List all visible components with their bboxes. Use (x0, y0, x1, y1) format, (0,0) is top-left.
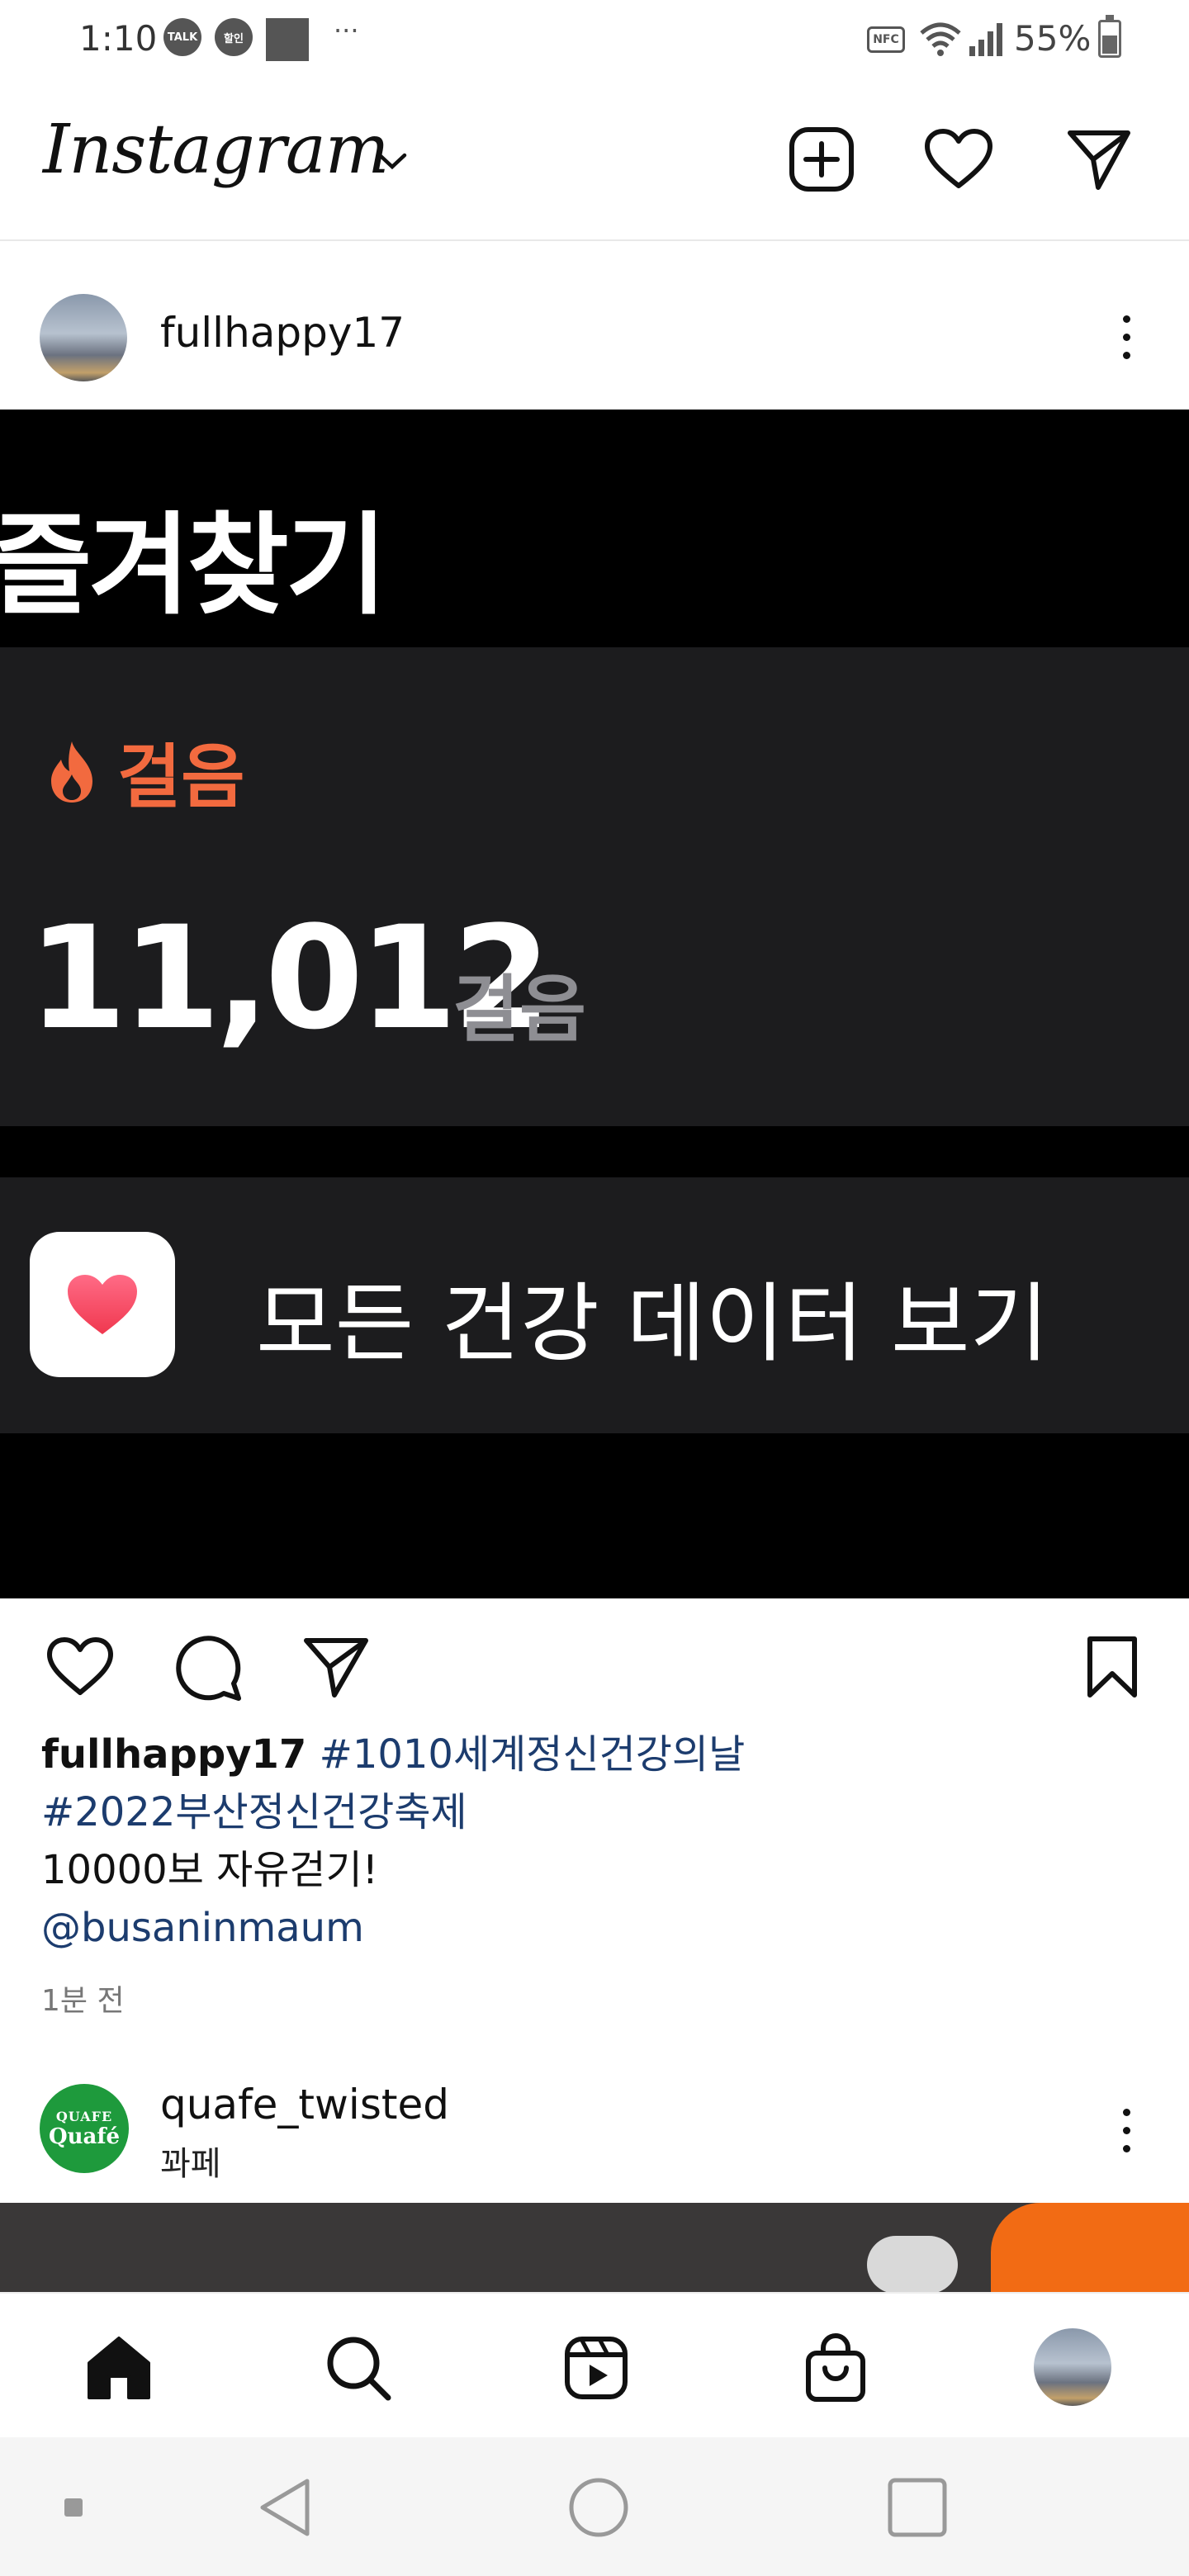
shop-icon[interactable] (794, 2327, 877, 2409)
save-icon[interactable] (1075, 1630, 1149, 1704)
status-time: 1:10 (79, 18, 158, 59)
steps-card: 걸음 11,012 걸음 (0, 647, 1189, 1126)
next-post-subtitle[interactable]: 꽈페 (160, 2137, 221, 2185)
post-timestamp: 1분 전 (41, 1984, 125, 2018)
post-header: fullhappy17 (0, 256, 1189, 410)
hashtag-link[interactable]: #2022부산정신건강축제 (41, 1789, 467, 1835)
profile-avatar[interactable] (1034, 2328, 1111, 2406)
mention-link[interactable]: @busaninmaum (41, 1905, 364, 1951)
steps-unit: 걸음 (452, 967, 586, 1052)
wifi-icon (920, 22, 961, 56)
kakaotalk-notification-icon: TALK (163, 18, 201, 56)
battery-percent: 55% (1014, 18, 1092, 59)
back-icon[interactable] (248, 2470, 322, 2545)
search-icon[interactable] (317, 2327, 400, 2409)
overview-icon[interactable] (880, 2470, 955, 2545)
health-data-card: 모든 건강 데이터 보기 (0, 1177, 1189, 1433)
notification-square-icon (266, 18, 309, 61)
chevron-down-icon[interactable] (377, 152, 408, 172)
quafe-avatar[interactable]: QUAFE Quafé (40, 2084, 129, 2173)
caption-username[interactable]: fullhappy17 (41, 1731, 306, 1778)
battery-icon (1098, 15, 1121, 58)
steps-label: 걸음 (117, 736, 245, 817)
system-navigation-bar (0, 2437, 1189, 2576)
next-post-header: QUAFE Quafé quafe_twisted 꽈페 (0, 2056, 1189, 2201)
reels-icon[interactable] (555, 2327, 637, 2409)
signal-icon (969, 23, 1002, 56)
direct-message-icon[interactable] (1062, 122, 1136, 197)
bottom-navigation (0, 2292, 1189, 2437)
sale-notification-icon: 할인 (215, 18, 253, 56)
recent-dot-icon[interactable] (36, 2470, 111, 2545)
flame-icon (51, 741, 92, 803)
avatar[interactable] (40, 294, 127, 381)
next-post-image[interactable] (0, 2203, 1189, 2294)
share-icon[interactable] (299, 1630, 373, 1704)
instagram-logo[interactable]: Instagram (43, 111, 389, 189)
heart-icon[interactable] (921, 122, 996, 197)
more-options-icon[interactable] (1110, 2094, 1143, 2168)
app-header: Instagram (0, 79, 1189, 241)
more-options-icon[interactable] (1110, 301, 1143, 375)
comment-icon[interactable] (172, 1630, 246, 1704)
nfc-icon: NFC (867, 26, 905, 53)
favorites-title: 즐겨찾기 (0, 501, 387, 630)
status-bar: 1:10 TALK 할인 ··· NFC 55% (0, 0, 1189, 79)
home-circle-icon[interactable] (561, 2470, 636, 2545)
like-icon[interactable] (43, 1630, 117, 1704)
view-all-health-data: 모든 건강 데이터 보기 (256, 1273, 1049, 1374)
home-icon[interactable] (78, 2327, 160, 2409)
next-post-username[interactable]: quafe_twisted (160, 2081, 449, 2129)
post-username[interactable]: fullhappy17 (160, 309, 405, 357)
caption-text: 10000보 자유걷기! (41, 1847, 378, 1893)
more-notifications-icon: ··· (334, 15, 359, 46)
health-app-icon (30, 1232, 175, 1377)
add-post-icon[interactable] (784, 122, 859, 197)
post-actions (0, 1598, 1189, 1722)
post-image[interactable]: 즐겨찾기 걸음 11,012 걸음 모든 건강 데이터 보기 (0, 410, 1189, 1598)
hashtag-link[interactable]: #1010세계정신건강의날 (320, 1731, 746, 1778)
post-caption: fullhappy17 #1010세계정신건강의날 #2022부산정신건강축제 … (41, 1726, 1164, 1957)
